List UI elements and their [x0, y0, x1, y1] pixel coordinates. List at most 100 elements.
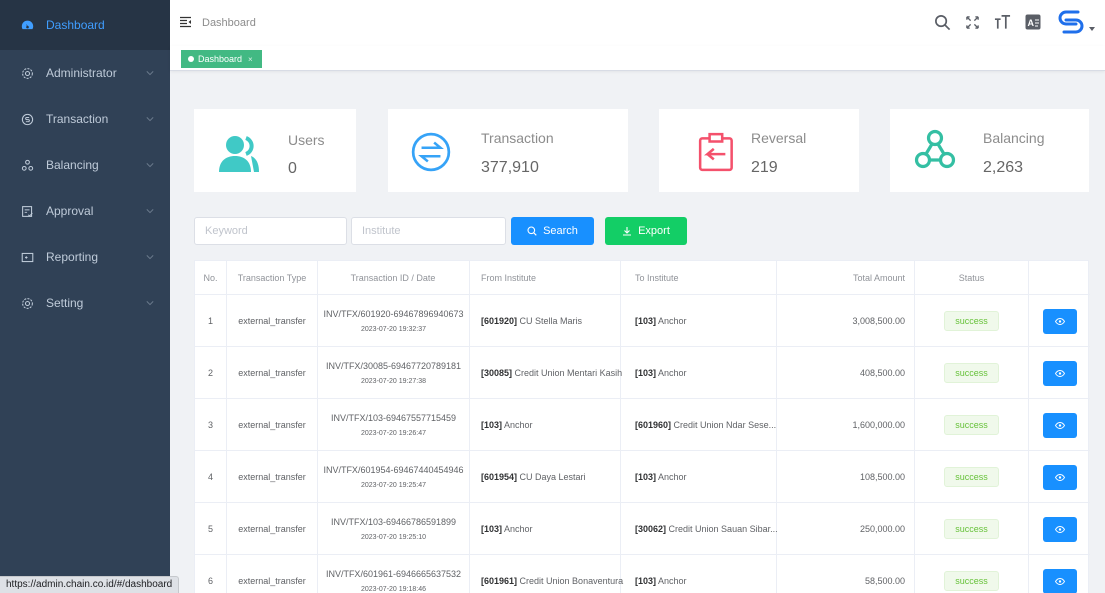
hamburger-icon[interactable]	[180, 15, 192, 33]
keyword-placeholder: Keyword	[205, 225, 248, 237]
cell-status: success	[915, 503, 1028, 555]
sidebar-item-dashboard[interactable]: Dashboard	[0, 0, 170, 50]
search-button-label: Search	[543, 225, 578, 237]
cell-no: 4	[207, 472, 213, 482]
stat-value: 377,910	[481, 159, 539, 176]
table-header: No. Transaction Type Transaction ID / Da…	[195, 261, 1090, 295]
stat-label: Users	[288, 132, 325, 148]
search-icon[interactable]	[934, 14, 951, 31]
th-to: To Institute	[635, 273, 679, 283]
top-navbar: Dashboard A	[170, 0, 1105, 46]
stat-card-transaction[interactable]: Transaction 377,910	[388, 109, 628, 192]
translate-icon[interactable]: A	[1025, 14, 1041, 30]
sidebar-item-transaction[interactable]: Transaction	[0, 96, 170, 142]
cell-type: external_transfer	[238, 316, 306, 326]
gear-icon	[20, 296, 34, 310]
stat-card-balancing[interactable]: Balancing 2,263	[890, 109, 1089, 192]
view-button[interactable]	[1042, 568, 1077, 593]
eye-icon	[1054, 369, 1065, 377]
th-from: From Institute	[481, 273, 537, 283]
search-icon	[527, 226, 537, 236]
institute-input[interactable]: Institute	[351, 217, 506, 245]
chevron-down-icon	[146, 255, 154, 260]
status-badge: success	[944, 571, 999, 591]
stat-label: Balancing	[983, 130, 1045, 146]
cell-amount: 3,008,500.00	[852, 316, 905, 326]
cell-to: [103] Anchor	[635, 555, 775, 593]
cell-status: success	[915, 399, 1028, 451]
view-button[interactable]	[1042, 360, 1077, 386]
view-button[interactable]	[1042, 308, 1077, 334]
sidebar-item-label: Setting	[46, 296, 84, 310]
transaction-id: INV/TFX/601961-6946665637532	[325, 569, 462, 579]
font-size-icon[interactable]	[994, 14, 1011, 30]
transaction-date: 2023-07-20 19:32:37	[361, 326, 426, 333]
cell-status: success	[915, 295, 1028, 347]
cell-to: [601960] Credit Union Ndar Sese...	[635, 399, 776, 451]
cell-type: external_transfer	[238, 368, 306, 378]
cell-to: [30062] Credit Union Sauan Sibar...	[635, 503, 778, 555]
eye-icon	[1054, 525, 1065, 533]
cell-action	[1029, 503, 1090, 555]
sidebar-item-setting[interactable]: Setting	[0, 280, 170, 326]
cell-id-date: INV/TFX/601961-6946665637532 2023-07-20 …	[318, 555, 469, 593]
from-code: [103]	[481, 524, 503, 534]
sidebar-item-balancing[interactable]: Balancing	[0, 142, 170, 188]
fullscreen-icon[interactable]	[965, 15, 980, 30]
export-button[interactable]: Export	[605, 217, 687, 245]
sidebar-item-label: Approval	[46, 204, 94, 218]
eye-icon	[1054, 577, 1065, 585]
cell-to: [103] Anchor	[635, 451, 775, 503]
to-code: [103]	[635, 576, 657, 586]
th-amount: Total Amount	[852, 273, 905, 283]
exchange-icon	[411, 132, 451, 172]
users-icon	[219, 136, 259, 172]
transaction-date: 2023-07-20 19:26:47	[361, 430, 426, 437]
from-name: CU Daya Lestari	[517, 472, 586, 482]
cell-type: external_transfer	[238, 472, 306, 482]
status-badge: success	[944, 519, 999, 539]
cell-amount: 108,500.00	[859, 472, 905, 482]
stat-card-reversal[interactable]: Reversal 219	[659, 109, 859, 192]
stat-card-users[interactable]: Users 0	[194, 109, 356, 192]
cell-status: success	[915, 347, 1028, 399]
user-logo[interactable]	[1055, 6, 1095, 38]
close-icon[interactable]: ×	[248, 55, 253, 64]
to-name: Anchor	[656, 472, 687, 482]
status-badge: success	[944, 467, 999, 487]
from-code: [30085]	[481, 368, 513, 378]
cell-from: [601954] CU Daya Lestari	[481, 451, 621, 503]
sidebar-item-reporting[interactable]: Reporting	[0, 234, 170, 280]
from-code: [601961]	[481, 576, 518, 586]
cell-no: 1	[207, 316, 213, 326]
stat-value: 0	[288, 160, 297, 177]
cell-action	[1029, 451, 1090, 503]
view-button[interactable]	[1042, 412, 1077, 438]
from-name: CU Stella Maris	[517, 316, 583, 326]
tag-dashboard[interactable]: Dashboard ×	[181, 50, 262, 68]
transaction-date: 2023-07-20 19:25:10	[361, 534, 426, 541]
gear-icon	[20, 66, 34, 80]
cell-id-date: INV/TFX/103-69466786591899 2023-07-20 19…	[318, 503, 469, 555]
to-name: Anchor	[656, 576, 687, 586]
table-row: 1 external_transfer INV/TFX/601920-69467…	[195, 295, 1090, 347]
cell-amount: 58,500.00	[864, 576, 905, 586]
approval-icon	[20, 204, 34, 218]
th-type: Transaction Type	[237, 273, 307, 283]
from-code: [601954]	[481, 472, 518, 482]
sidebar-item-label: Dashboard	[46, 18, 105, 32]
cell-no: 5	[207, 524, 213, 534]
stat-value: 2,263	[983, 159, 1024, 176]
cell-action	[1029, 347, 1090, 399]
keyword-input[interactable]: Keyword	[194, 217, 347, 245]
from-code: [103]	[481, 420, 503, 430]
cell-to: [103] Anchor	[635, 347, 775, 399]
cell-to: [103] Anchor	[635, 295, 775, 347]
view-button[interactable]	[1042, 464, 1077, 490]
sidebar-item-administrator[interactable]: Administrator	[0, 50, 170, 96]
view-button[interactable]	[1042, 516, 1077, 542]
th-id-date: Transaction ID / Date	[350, 273, 436, 283]
sidebar-item-approval[interactable]: Approval	[0, 188, 170, 234]
caret-down-icon	[1089, 27, 1095, 31]
search-button[interactable]: Search	[511, 217, 594, 245]
